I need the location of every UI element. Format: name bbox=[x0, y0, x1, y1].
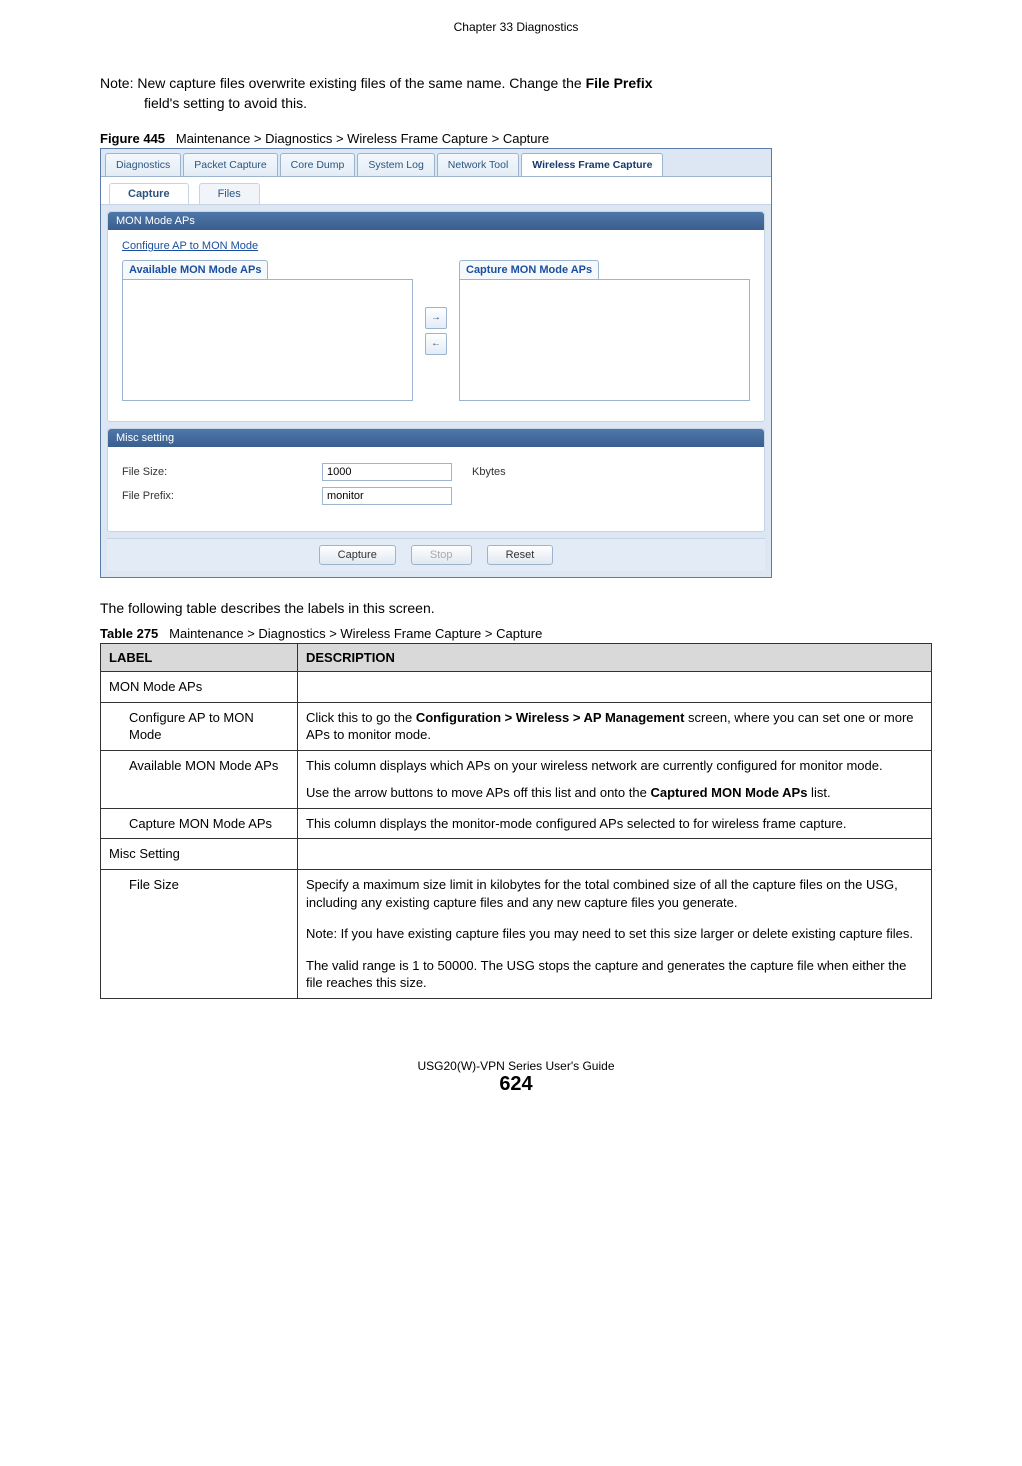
tab-core-dump[interactable]: Core Dump bbox=[280, 153, 356, 176]
table-row: Misc Setting bbox=[101, 839, 932, 870]
desc-bold: Configuration > Wireless > AP Management bbox=[416, 710, 685, 725]
sub-tab-capture[interactable]: Capture bbox=[109, 183, 189, 204]
cell-label: MON Mode APs bbox=[101, 672, 298, 703]
cell-label: File Size bbox=[101, 870, 298, 999]
capture-button[interactable]: Capture bbox=[319, 545, 396, 565]
header-label: LABEL bbox=[101, 644, 298, 672]
arrow-right-icon: → bbox=[431, 312, 441, 323]
note-text-2: field's setting to avoid this. bbox=[100, 94, 932, 114]
figure-label: Figure 445 bbox=[100, 131, 165, 146]
tab-diagnostics[interactable]: Diagnostics bbox=[105, 153, 181, 176]
footer-text: USG20(W)-VPN Series User's Guide bbox=[100, 1059, 932, 1073]
available-aps-listbox[interactable] bbox=[122, 279, 413, 401]
table-caption-text: Maintenance > Diagnostics > Wireless Fra… bbox=[169, 626, 542, 641]
mon-mode-header: MON Mode APs bbox=[108, 212, 764, 230]
note-bold: File Prefix bbox=[586, 75, 653, 91]
desc-bold: Captured MON Mode APs bbox=[650, 785, 807, 800]
tab-system-log[interactable]: System Log bbox=[357, 153, 434, 176]
desc-text: Click this to go the bbox=[306, 710, 416, 725]
file-size-unit: Kbytes bbox=[472, 466, 506, 478]
table-row: MON Mode APs bbox=[101, 672, 932, 703]
figure-caption: Figure 445 Maintenance > Diagnostics > W… bbox=[100, 131, 932, 146]
figure-caption-text: Maintenance > Diagnostics > Wireless Fra… bbox=[176, 131, 549, 146]
sub-tab-files[interactable]: Files bbox=[199, 183, 260, 204]
dual-list: Available MON Mode APs → ← Capture MON M… bbox=[122, 260, 750, 401]
table-caption: Table 275 Maintenance > Diagnostics > Wi… bbox=[100, 626, 932, 641]
top-tab-bar: Diagnostics Packet Capture Core Dump Sys… bbox=[101, 149, 771, 177]
stop-button[interactable]: Stop bbox=[411, 545, 472, 565]
page-number: 624 bbox=[100, 1073, 932, 1096]
arrow-left-icon: ← bbox=[431, 338, 441, 349]
cell-desc: This column displays which APs on your w… bbox=[298, 750, 932, 808]
available-aps-label: Available MON Mode APs bbox=[122, 260, 268, 279]
cell-desc: Click this to go the Configuration > Wir… bbox=[298, 702, 932, 750]
button-bar: Capture Stop Reset bbox=[107, 538, 765, 571]
sub-tab-bar: Capture Files bbox=[101, 177, 771, 205]
cell-desc: Specify a maximum size limit in kilobyte… bbox=[298, 870, 932, 999]
screenshot-panel: Diagnostics Packet Capture Core Dump Sys… bbox=[100, 148, 772, 578]
file-prefix-input[interactable] bbox=[322, 487, 452, 505]
misc-setting-header: Misc setting bbox=[108, 429, 764, 447]
cell-label: Available MON Mode APs bbox=[101, 750, 298, 808]
reset-button[interactable]: Reset bbox=[487, 545, 554, 565]
tab-packet-capture[interactable]: Packet Capture bbox=[183, 153, 277, 176]
desc-text: list. bbox=[807, 785, 830, 800]
cell-label: Capture MON Mode APs bbox=[101, 808, 298, 839]
chapter-header: Chapter 33 Diagnostics bbox=[100, 20, 932, 34]
note-block: Note: New capture files overwrite existi… bbox=[100, 74, 932, 113]
desc-text: Use the arrow buttons to move APs off th… bbox=[306, 785, 650, 800]
header-description: DESCRIPTION bbox=[298, 644, 932, 672]
cell-label: Configure AP to MON Mode bbox=[101, 702, 298, 750]
desc-note: Note: If you have existing capture files… bbox=[306, 926, 913, 941]
desc-text: Specify a maximum size limit in kilobyte… bbox=[306, 876, 923, 911]
cell-desc bbox=[298, 839, 932, 870]
move-right-button[interactable]: → bbox=[425, 307, 447, 329]
desc-text: The valid range is 1 to 50000. The USG s… bbox=[306, 957, 923, 992]
table-row: Configure AP to MON Mode Click this to g… bbox=[101, 702, 932, 750]
file-size-input[interactable] bbox=[322, 463, 452, 481]
mon-mode-panel: MON Mode APs Configure AP to MON Mode Av… bbox=[107, 211, 765, 422]
cell-desc bbox=[298, 672, 932, 703]
capture-aps-label: Capture MON Mode APs bbox=[459, 260, 599, 279]
tab-network-tool[interactable]: Network Tool bbox=[437, 153, 520, 176]
table-label: Table 275 bbox=[100, 626, 158, 641]
table-row: Capture MON Mode APs This column display… bbox=[101, 808, 932, 839]
misc-setting-panel: Misc setting File Size: Kbytes File Pref… bbox=[107, 428, 765, 532]
capture-aps-listbox[interactable] bbox=[459, 279, 750, 401]
file-prefix-label: File Prefix: bbox=[122, 490, 322, 502]
desc-text: This column displays which APs on your w… bbox=[306, 757, 923, 775]
file-size-label: File Size: bbox=[122, 466, 322, 478]
note-prefix: Note: bbox=[100, 75, 137, 91]
cell-label: Misc Setting bbox=[101, 839, 298, 870]
note-text-1: New capture files overwrite existing fil… bbox=[137, 75, 585, 91]
intro-text: The following table describes the labels… bbox=[100, 600, 932, 616]
move-left-button[interactable]: ← bbox=[425, 333, 447, 355]
configure-ap-link[interactable]: Configure AP to MON Mode bbox=[122, 240, 258, 252]
table-header-row: LABEL DESCRIPTION bbox=[101, 644, 932, 672]
cell-desc: This column displays the monitor-mode co… bbox=[298, 808, 932, 839]
description-table: LABEL DESCRIPTION MON Mode APs Configure… bbox=[100, 643, 932, 999]
table-row: Available MON Mode APs This column displ… bbox=[101, 750, 932, 808]
tab-wireless-frame-capture[interactable]: Wireless Frame Capture bbox=[521, 153, 663, 176]
table-row: File Size Specify a maximum size limit i… bbox=[101, 870, 932, 999]
